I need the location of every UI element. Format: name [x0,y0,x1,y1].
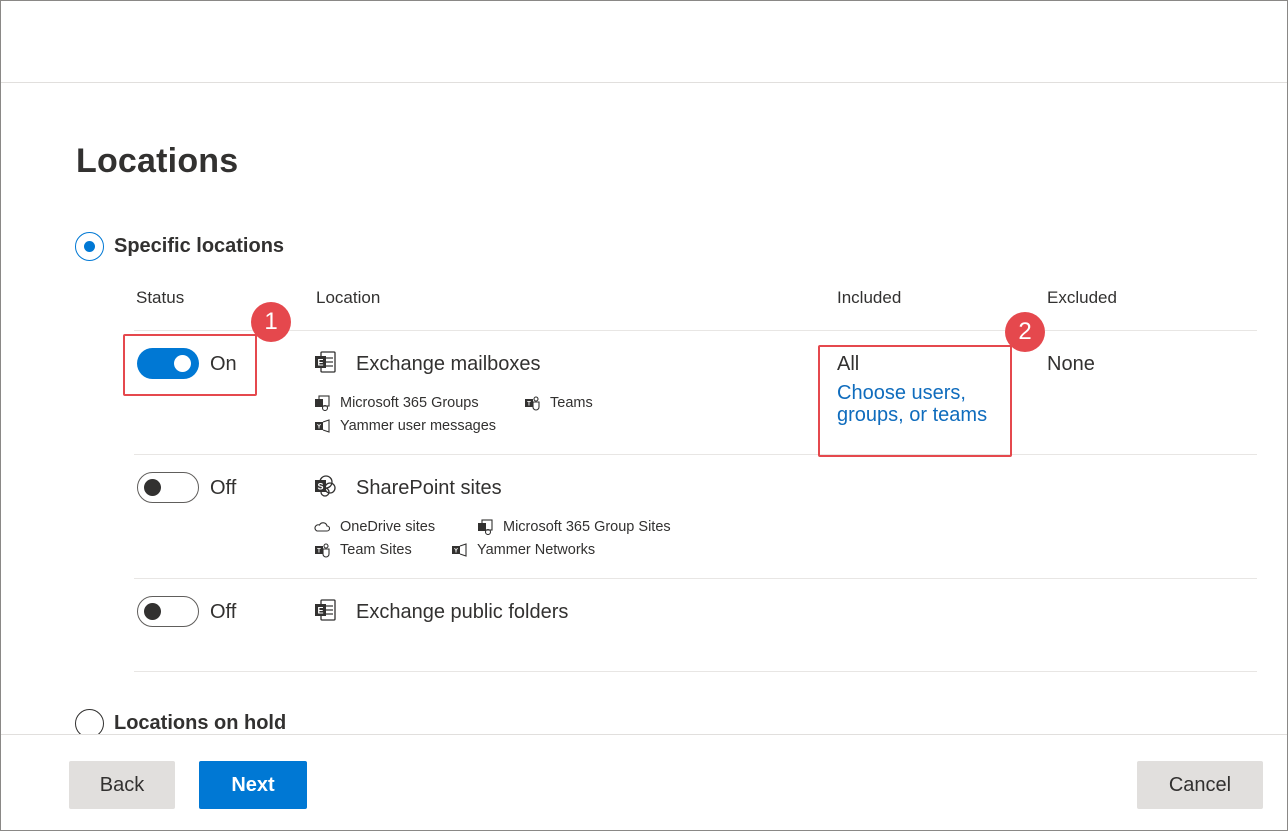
sub-location-item: Microsoft 365 Groups [314,395,479,411]
wizard-footer [1,734,1287,830]
svg-text:Y: Y [317,425,321,431]
radio-specific-locations-label: Specific locations [114,235,285,257]
sub-location-label: Microsoft 365 Group Sites [503,519,671,535]
sharepoint-icon: S [315,475,336,497]
callout-highlight-box [818,345,1012,457]
next-button[interactable]: Next [199,761,307,809]
toggle-knob [144,478,161,496]
exchange-icon: E [315,599,336,621]
row-divider [134,454,1257,455]
sharepoint-sites-toggle[interactable] [137,472,199,503]
exchange-public-folders-status: Off [210,601,237,623]
groups-icon [478,519,493,535]
svg-text:Y: Y [454,549,458,555]
sub-location-label: OneDrive sites [340,519,436,535]
column-header-location: Location [316,288,381,307]
svg-text:T: T [527,402,531,408]
row-divider [134,671,1257,672]
column-header-included: Included [837,288,902,307]
sharepoint-sites-label: SharePoint sites [356,477,502,499]
sub-location-label: Microsoft 365 Groups [340,395,479,411]
sub-location-label: Yammer user messages [340,418,497,434]
exchange-mailboxes-excluded-value: None [1047,353,1095,375]
column-header-excluded: Excluded [1047,288,1117,307]
header-strip [1,1,1287,83]
sub-location-item: Y Yammer user messages [314,418,496,434]
callout-badge: 2 [1005,312,1045,352]
svg-text:E: E [317,358,323,368]
sharepoint-sites-status: Off [210,477,237,499]
radio-specific-locations[interactable]: Specific locations [75,232,284,261]
row-divider [134,330,1257,331]
yammer-icon: Y [315,419,330,433]
cancel-button[interactable]: Cancel [1137,761,1263,809]
svg-text:S: S [317,482,323,492]
row-divider [134,578,1257,579]
exchange-public-folders-label: Exchange public folders [356,601,569,623]
back-button[interactable]: Back [69,761,175,809]
exchange-icon: E [315,351,336,373]
sub-location-item: Microsoft 365 Group Sites [477,519,671,535]
toggle-knob [144,602,161,620]
sub-location-item: Y Yammer Networks [451,542,595,558]
wizard-panel: Locations Specific locations Status Loca… [0,0,1288,831]
svg-text:T: T [317,549,321,555]
onedrive-icon [314,522,330,532]
sub-location-label: Teams [550,395,593,411]
sub-location-label: Yammer Networks [477,542,596,558]
teams-icon: T [315,543,330,558]
sub-location-item: OneDrive sites [314,519,435,535]
column-header-status: Status [136,288,185,307]
exchange-public-folders-toggle[interactable] [137,596,199,627]
teams-icon: T [525,396,540,411]
callout-badge: 1 [251,302,291,342]
svg-text:E: E [317,606,323,616]
yammer-icon: Y [452,543,467,557]
radio-selected-indicator[interactable] [75,232,104,261]
exchange-mailboxes-label: Exchange mailboxes [356,353,541,375]
groups-icon [315,395,330,411]
page-title: Locations [76,142,239,180]
sub-location-item: T Team Sites [314,542,412,558]
radio-locations-on-hold-label: Locations on hold [114,712,287,734]
callout-highlight-box [123,334,257,396]
sub-location-label: Team Sites [340,542,412,558]
sub-location-item: T Teams [524,395,593,411]
